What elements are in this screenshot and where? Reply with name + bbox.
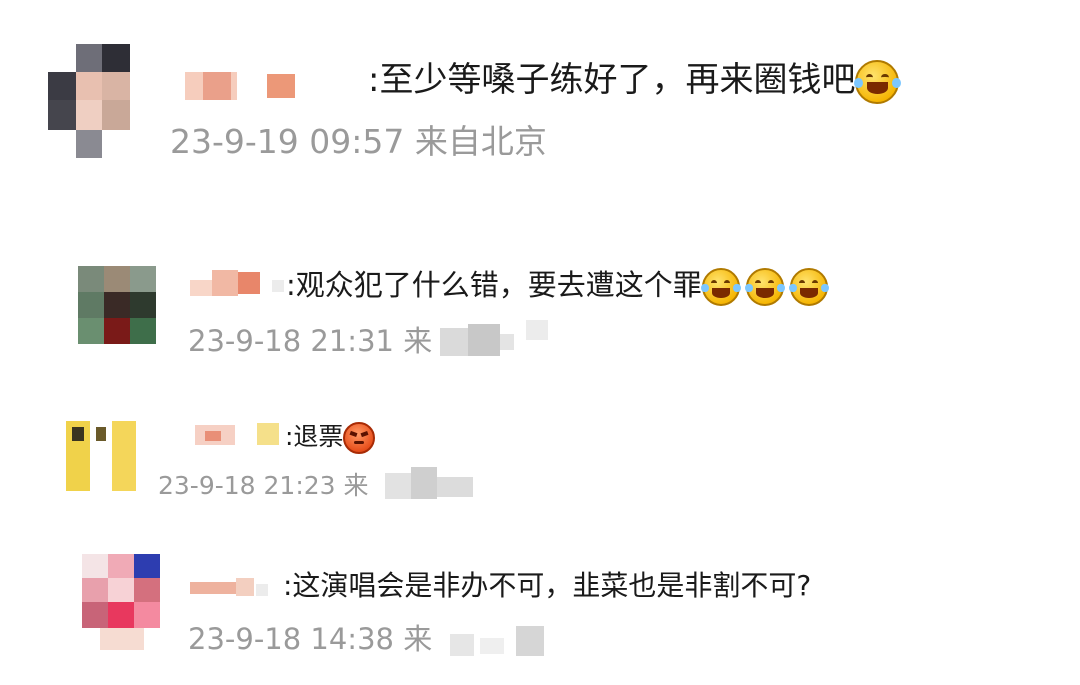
comment-time: 23-9-18 21:23 <box>158 471 336 500</box>
laugh-crying-emoji <box>789 268 829 306</box>
username-blurred[interactable] <box>185 72 370 100</box>
comment-time: 23-9-18 14:38 <box>188 622 394 656</box>
comment-item: :退票 23-9-18 21:23 来 <box>0 405 1080 525</box>
angry-face-emoji <box>343 422 376 454</box>
comment-time: 23-9-18 21:31 <box>188 324 394 358</box>
laugh-crying-emoji <box>701 268 741 306</box>
username-blurred[interactable] <box>195 421 287 449</box>
comment-text: :退票 <box>285 419 376 455</box>
location-blurred <box>385 463 475 503</box>
comment-body: :这演唱会是非办不可，韭菜也是非割不可? <box>283 569 812 602</box>
location-blurred <box>450 624 550 660</box>
comment-text: :观众犯了什么错，要去遭这个罪 <box>286 264 829 306</box>
comment-item: :这演唱会是非办不可，韭菜也是非割不可? 23-9-18 14:38 来 <box>0 540 1080 685</box>
username-blurred[interactable] <box>190 574 280 602</box>
avatar[interactable] <box>78 266 156 344</box>
comment-body: :至少等嗓子练好了，再来圈钱吧 <box>368 60 856 100</box>
username-blurred[interactable] <box>190 270 290 298</box>
location-blurred <box>440 320 550 360</box>
comment-location: 来 <box>403 622 433 656</box>
comment-location: 来自北京 <box>414 122 547 161</box>
comment-meta: 23-9-19 09:57 来自北京 <box>170 122 547 162</box>
avatar[interactable] <box>48 44 130 158</box>
comment-text: :这演唱会是非办不可，韭菜也是非割不可? <box>283 566 811 606</box>
avatar[interactable] <box>66 421 136 491</box>
comment-location: 来 <box>343 471 369 500</box>
avatar[interactable] <box>82 554 160 650</box>
comment-item: :至少等嗓子练好了，再来圈钱吧 23-9-19 09:57 来自北京 <box>0 0 1080 200</box>
comment-location: 来 <box>403 324 433 358</box>
comment-meta: 23-9-18 21:31 来 <box>188 322 432 360</box>
comment-body: :观众犯了什么错，要去遭这个罪 <box>286 268 702 302</box>
comment-text: :至少等嗓子练好了，再来圈钱吧 <box>368 58 901 104</box>
comment-time: 23-9-19 09:57 <box>170 122 405 161</box>
laugh-crying-emoji <box>854 59 901 104</box>
laugh-crying-emoji <box>745 268 785 306</box>
comment-meta: 23-9-18 14:38 来 <box>188 620 432 658</box>
comment-meta: 23-9-18 21:23 来 <box>158 469 369 503</box>
comment-item: :观众犯了什么错，要去遭这个罪 23-9-18 21:31 来 <box>0 240 1080 380</box>
comment-body: :退票 <box>285 422 344 451</box>
